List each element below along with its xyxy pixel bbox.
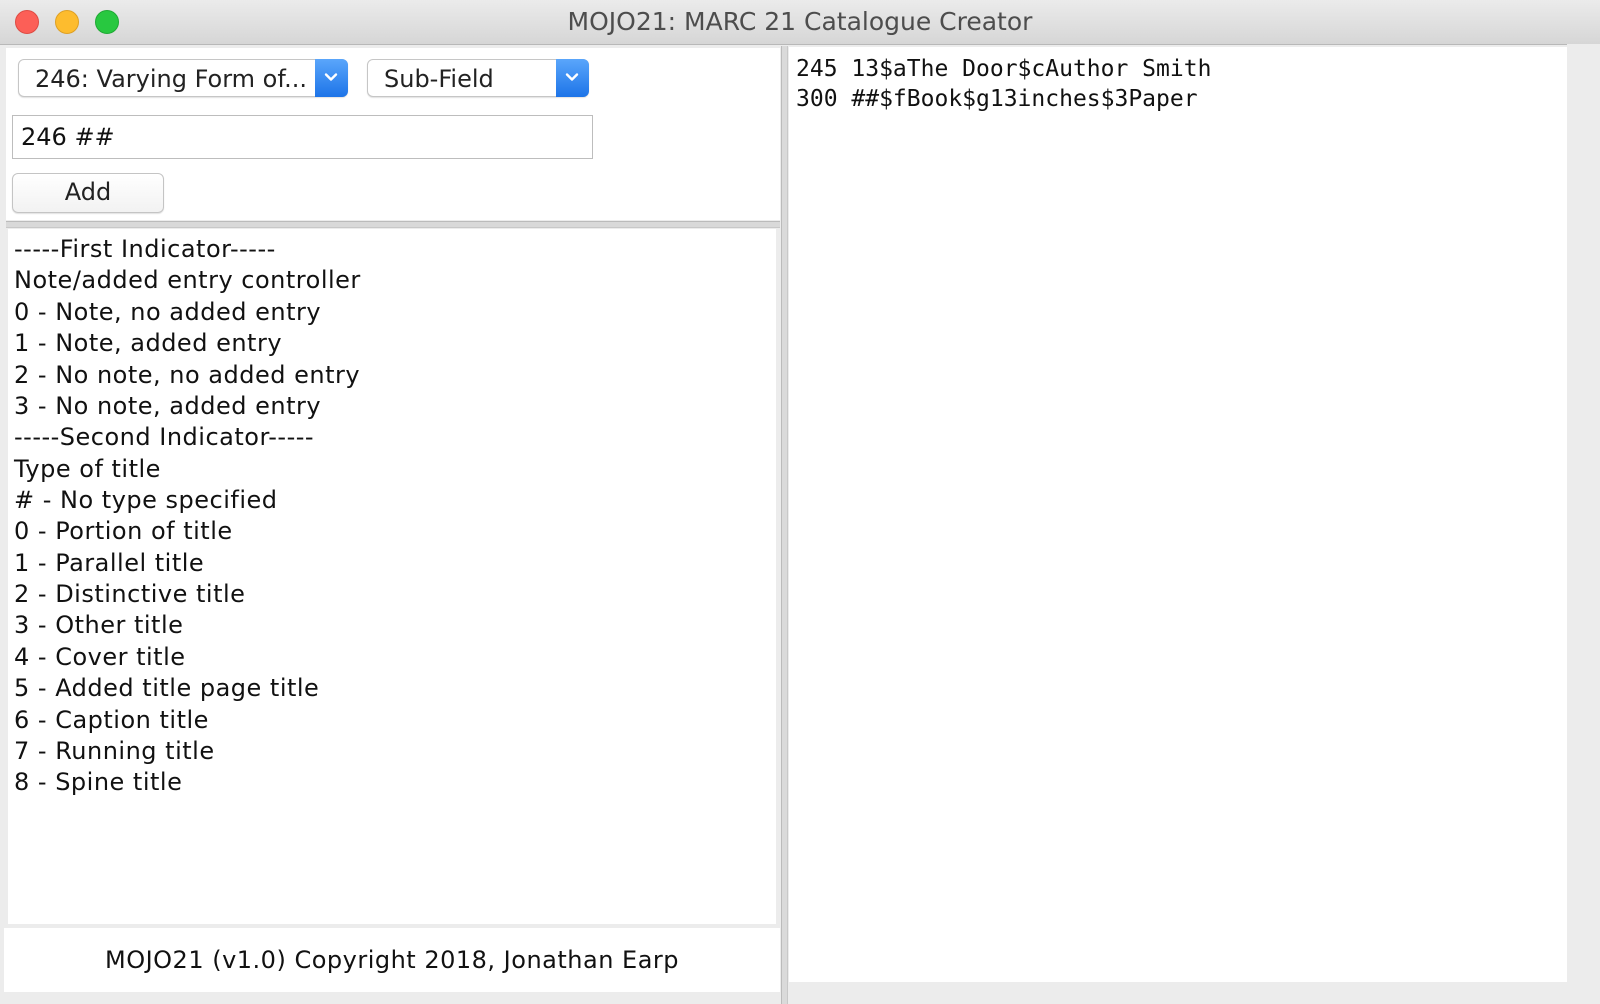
subfield-select-value: Sub-Field (384, 65, 494, 93)
field-select[interactable]: 246: Varying Form of... (18, 59, 348, 97)
copyright-footer: MOJO21 (v1.0) Copyright 2018, Jonathan E… (4, 928, 780, 992)
info-line: 0 - Portion of title (14, 517, 233, 545)
field-input[interactable] (12, 115, 593, 159)
info-line: 1 - Note, added entry (14, 329, 283, 357)
info-line: Type of title (14, 455, 161, 483)
add-button[interactable]: Add (12, 173, 164, 213)
info-line: 2 - Distinctive title (14, 580, 246, 608)
record-line: 245 13$aThe Door$cAuthor Smith (796, 56, 1212, 82)
info-line: 8 - Spine title (14, 768, 183, 796)
vertical-splitter[interactable] (781, 46, 788, 1004)
chevron-down-icon[interactable] (556, 59, 589, 97)
app-window: MOJO21: MARC 21 Catalogue Creator 246: V… (0, 0, 1600, 1004)
info-line: 7 - Running title (14, 737, 215, 765)
title-bar[interactable]: MOJO21: MARC 21 Catalogue Creator (0, 0, 1600, 45)
chevron-down-icon[interactable] (315, 59, 348, 97)
record-line: 300 ##$fBook$g13inches$3Paper (796, 86, 1198, 112)
info-line: 3 - Other title (14, 611, 184, 639)
info-line: 0 - Note, no added entry (14, 298, 322, 326)
field-select-value: 246: Varying Form of... (35, 65, 307, 93)
record-output-area[interactable]: 245 13$aThe Door$cAuthor Smith 300 ##$fB… (789, 47, 1567, 982)
info-line: Note/added entry controller (14, 266, 361, 294)
subfield-select[interactable]: Sub-Field (367, 59, 589, 97)
field-entry-panel: 246: Varying Form of... Sub-Field Add (6, 48, 780, 220)
window-edge (1567, 44, 1600, 1004)
info-line: # - No type specified (14, 486, 278, 514)
indicator-info-panel: -----First Indicator----- Note/added ent… (8, 229, 776, 924)
info-line: 2 - No note, no added entry (14, 361, 361, 389)
info-line: 1 - Parallel title (14, 549, 205, 577)
info-line: -----Second Indicator----- (14, 423, 315, 451)
info-line: 6 - Caption title (14, 706, 209, 734)
horizontal-splitter[interactable] (6, 221, 780, 228)
info-line: 4 - Cover title (14, 643, 186, 671)
window-title: MOJO21: MARC 21 Catalogue Creator (567, 7, 1033, 36)
info-line: 3 - No note, added entry (14, 392, 322, 420)
info-line: -----First Indicator----- (14, 235, 276, 263)
info-line: 5 - Added title page title (14, 674, 320, 702)
